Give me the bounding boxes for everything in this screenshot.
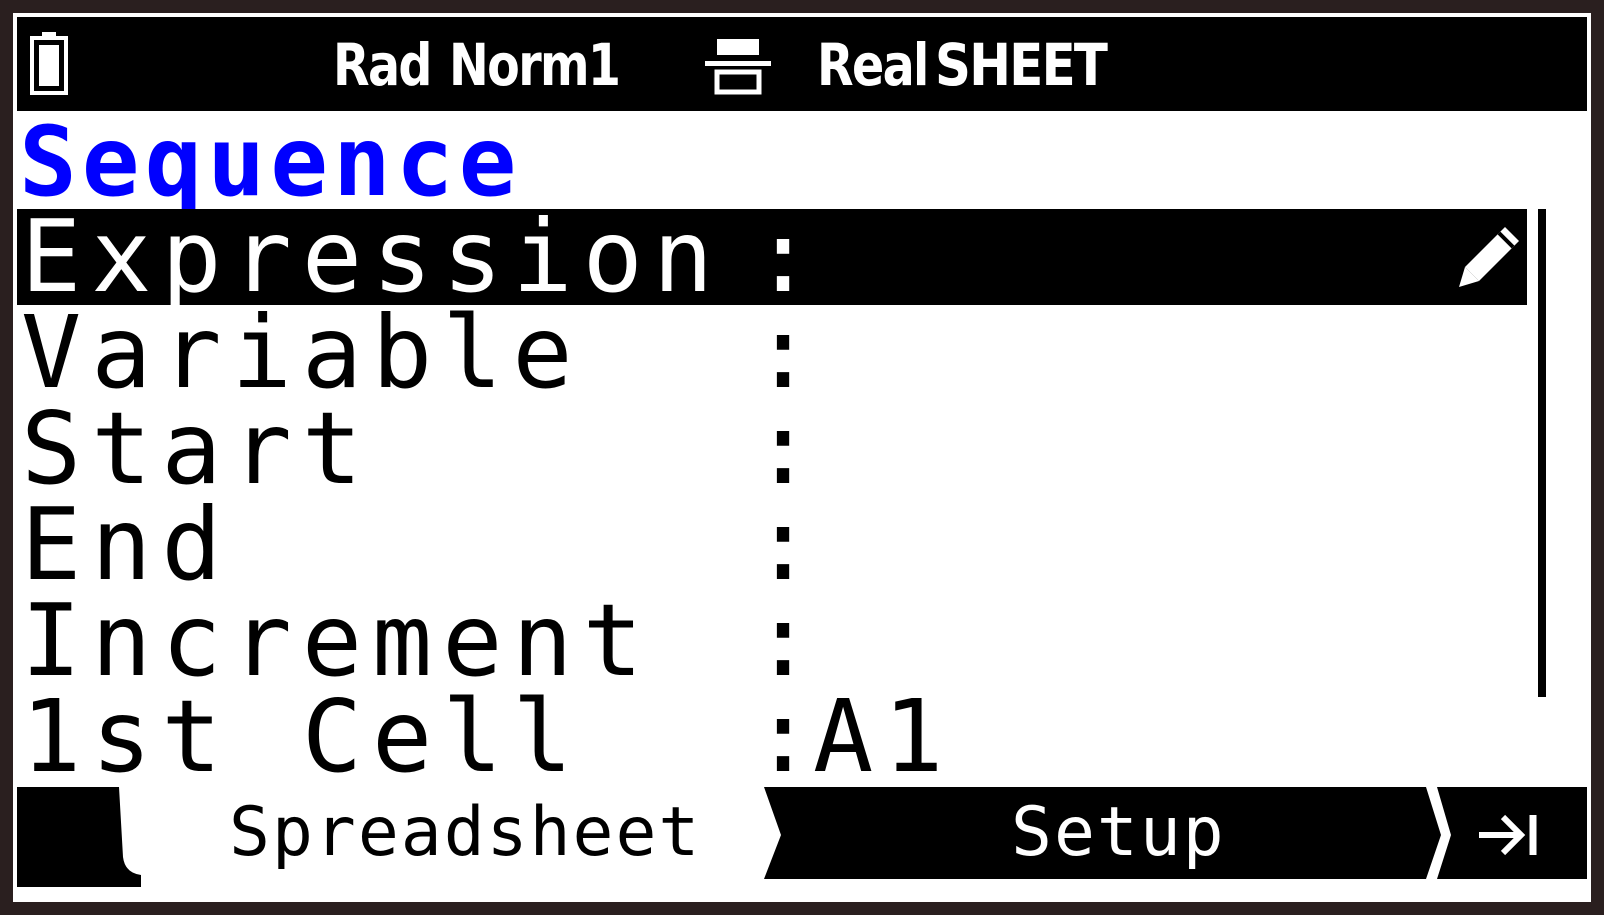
field-separator: :	[753, 390, 814, 507]
field-separator: :	[753, 582, 814, 699]
field-separator: :	[753, 486, 814, 603]
menu-tab-spreadsheet[interactable]: Spreadsheet	[229, 787, 701, 887]
field-row-increment[interactable]: Increment :	[17, 582, 1527, 699]
calculator-screen: Rad Norm1 Real SHEET Sequence Expression…	[13, 13, 1591, 902]
app-mode-indicator: SHEET	[935, 31, 1108, 99]
menu-tab-setup[interactable]: Setup	[1011, 787, 1226, 887]
pencil-icon	[1459, 227, 1519, 287]
battery-icon	[30, 32, 68, 95]
field-label: End	[21, 486, 232, 603]
scrollbar[interactable]	[1538, 209, 1546, 697]
function-menu-bar: Spreadsheet Setup	[17, 787, 1587, 887]
status-bar: Rad Norm1 Real SHEET	[17, 17, 1587, 111]
field-label: Expression	[21, 198, 724, 315]
field-row-variable[interactable]: Variable :	[17, 294, 1527, 411]
field-label: Increment	[21, 582, 653, 699]
field-label: 1st Cell	[21, 678, 583, 795]
display-format-indicator: Norm1	[449, 31, 621, 99]
arrow-to-end-icon[interactable]	[1475, 811, 1545, 859]
angle-unit-indicator: Rad	[333, 31, 432, 99]
field-separator: :	[753, 198, 814, 315]
field-label: Variable	[21, 294, 583, 411]
field-row-expression[interactable]: Expression :	[17, 198, 1527, 315]
field-row-start[interactable]: Start :	[17, 390, 1527, 507]
field-value[interactable]: A1	[813, 687, 953, 787]
field-label: Start	[21, 390, 373, 507]
complex-mode-indicator: Real	[817, 31, 929, 99]
field-row-end[interactable]: End :	[17, 486, 1527, 603]
field-row-first-cell[interactable]: 1st Cell : A1	[17, 678, 1527, 795]
math-input-icon	[705, 39, 771, 95]
field-separator: :	[753, 294, 814, 411]
field-separator: :	[753, 678, 814, 795]
device-bezel: Rad Norm1 Real SHEET Sequence Expression…	[0, 0, 1604, 915]
